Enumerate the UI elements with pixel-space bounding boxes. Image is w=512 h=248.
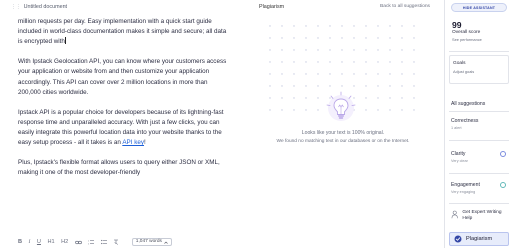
paragraph-3[interactable]: Ipstack API is a popular choice for deve… [18, 108, 228, 148]
plagiarism-panel-title: Plagiarism [259, 4, 285, 10]
italic-button[interactable]: I [29, 239, 31, 245]
engagement-status-icon [500, 182, 506, 188]
category-correctness[interactable]: Correctness 1 alert [451, 118, 509, 130]
expert-person-icon [451, 210, 458, 219]
editor-pane: ⋮⋮ Untitled document million requests pe… [0, 0, 228, 248]
paragraph-2[interactable]: With Ipstack Geolocation API, you can kn… [18, 57, 228, 97]
back-to-suggestions-link[interactable]: Back to all suggestions [380, 4, 430, 9]
goals-label: Goals [453, 61, 466, 66]
expert-writing-help-item[interactable]: Get Expert Writing Help [451, 210, 509, 222]
bullet-list-icon[interactable] [100, 239, 107, 245]
all-suggestions-item[interactable]: All suggestions [451, 101, 485, 107]
dots-icon[interactable]: ⋮⋮ [11, 4, 21, 10]
check-circle-icon [454, 235, 462, 243]
category-engagement[interactable]: Engagement Very engaging [451, 182, 509, 194]
paragraph-1-text: million requests per day. Easy implement… [18, 18, 227, 46]
divider [449, 140, 509, 141]
text-caret [65, 37, 66, 45]
document-title[interactable]: ⋮⋮ Untitled document [11, 4, 67, 10]
plagiarism-tab-label: Plagiarism [466, 236, 493, 242]
format-toolbar: B I U H1 H2 12 1,047 words [18, 236, 228, 248]
svg-text:1: 1 [88, 240, 90, 242]
divider [449, 173, 509, 174]
paragraph-3-suffix: ! [144, 139, 146, 147]
paragraph-1[interactable]: million requests per day. Easy implement… [18, 17, 228, 47]
divider [449, 51, 509, 52]
originality-result-title: Looks like your text is 100% original. [301, 130, 385, 136]
paragraph-3-text: Ipstack API is a popular choice for deve… [18, 108, 224, 147]
bold-button[interactable]: B [18, 239, 22, 245]
divider [449, 111, 509, 112]
plagiarism-panel: Plagiarism Back to all suggestions Looks… [250, 0, 436, 248]
hide-assistant-button[interactable]: HIDE ASSISTANT [451, 3, 507, 12]
adjust-goals-link[interactable]: Adjust goals [453, 69, 474, 74]
h2-button[interactable]: H2 [61, 239, 68, 245]
paragraph-4[interactable]: Plus, Ipstack's flexible format allows u… [18, 158, 228, 178]
overall-score-card[interactable]: 99 Overall score See performance [449, 17, 509, 49]
svg-text:2: 2 [88, 243, 90, 245]
chevron-up-icon [164, 241, 168, 244]
category-engagement-status: Very engaging [451, 189, 476, 194]
api-key-link[interactable]: API key [122, 139, 144, 146]
see-performance-link[interactable]: See performance [452, 37, 482, 42]
clarity-status-icon [500, 151, 506, 157]
word-count-label: 1,047 words [135, 239, 162, 245]
document-title-text[interactable]: Untitled document [24, 4, 67, 10]
category-clarity[interactable]: Clarity Very clear [451, 151, 509, 163]
expert-writing-help-label: Get Expert Writing Help [462, 210, 502, 222]
clear-format-icon[interactable] [113, 239, 119, 245]
goals-card[interactable]: Goals Adjust goals [449, 55, 509, 84]
word-count-button[interactable]: 1,047 words [131, 238, 172, 246]
plagiarism-tab[interactable]: Plagiarism [449, 232, 509, 246]
link-icon[interactable] [74, 240, 82, 245]
hide-assistant-label: HIDE ASSISTANT [462, 5, 496, 10]
originality-result-detail: We found no matching text in our databas… [276, 139, 410, 144]
divider [449, 203, 509, 204]
lightbulb-icon [322, 89, 360, 127]
document-body[interactable]: million requests per day. Easy implement… [18, 17, 228, 232]
category-correctness-label: Correctness [451, 118, 479, 124]
ordered-list-icon[interactable]: 12 [88, 239, 95, 245]
category-correctness-status: 1 alert [451, 125, 462, 130]
overall-score-value: 99 [452, 20, 462, 30]
h1-button[interactable]: H1 [47, 239, 54, 245]
assistant-sidebar: HIDE ASSISTANT 99 Overall score See perf… [444, 0, 512, 248]
overall-score-label: Overall score [452, 30, 481, 35]
underline-button[interactable]: U [37, 239, 41, 245]
category-clarity-status: Very clear [451, 158, 468, 163]
